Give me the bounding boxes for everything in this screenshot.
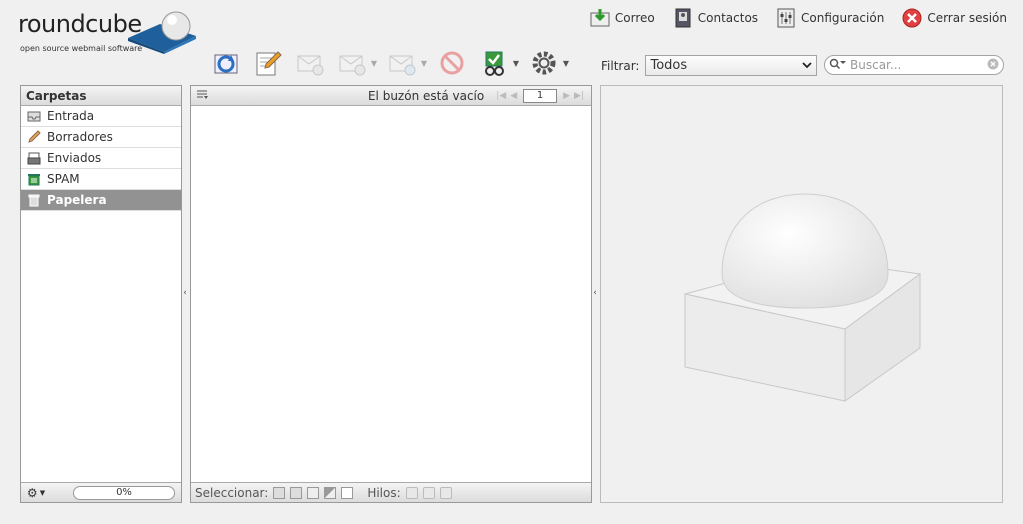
folder-sent[interactable]: Enviados: [21, 148, 181, 169]
select-current-page-icon[interactable]: [290, 486, 303, 499]
mail-toolbar: ▼ ▼ ▼ ▼: [210, 46, 578, 80]
first-page-icon[interactable]: |◀: [496, 91, 506, 101]
pencil-icon: [26, 130, 42, 144]
folder-list-footer: ⚙ ▼ 0%: [21, 482, 181, 502]
reply-button[interactable]: [294, 47, 326, 79]
folder-label: Borradores: [47, 130, 113, 144]
nav-settings[interactable]: Configuración: [776, 8, 884, 28]
select-none-icon[interactable]: [341, 486, 354, 499]
folder-splitter[interactable]: ‹: [182, 288, 188, 298]
nav-contacts[interactable]: Contactos: [673, 8, 758, 28]
filter-label: Filtrar:: [601, 58, 640, 73]
nav-contacts-label: Contactos: [697, 11, 759, 25]
spam-icon: [26, 172, 42, 186]
compose-icon: [256, 51, 282, 76]
search-input[interactable]: Buscar...: [824, 55, 1004, 75]
select-invert-icon[interactable]: [324, 486, 337, 499]
nav-mail[interactable]: Correo: [590, 8, 655, 28]
folder-label: Papelera: [47, 193, 107, 207]
folder-spam[interactable]: SPAM: [21, 169, 181, 190]
inbox-icon: [26, 109, 42, 123]
threads-list-icon[interactable]: [405, 486, 418, 499]
message-list-footer: Seleccionar: Hilos:: [191, 482, 591, 502]
address-book-icon: [673, 8, 693, 28]
list-options-icon[interactable]: [196, 89, 208, 103]
mark-dropdown-icon[interactable]: ▼: [513, 59, 519, 68]
trash-icon: [26, 193, 42, 207]
message-list: [191, 107, 591, 481]
mark-icon: [485, 51, 504, 76]
quota-indicator: 0%: [73, 485, 175, 500]
mail-download-icon: [590, 8, 610, 28]
settings-panel-icon: [776, 8, 796, 28]
reply-all-dropdown-icon[interactable]: ▼: [371, 59, 377, 68]
last-page-icon[interactable]: ▶|: [574, 91, 584, 101]
search-options-icon[interactable]: [829, 58, 847, 73]
message-count-status: El buzón está vacío: [367, 88, 485, 103]
folder-trash[interactable]: Papelera: [21, 190, 181, 211]
refresh-icon: [214, 54, 238, 74]
nav-logout[interactable]: Cerrar sesión: [902, 8, 1007, 28]
reply-icon: [297, 55, 324, 76]
logout-icon: [902, 8, 922, 28]
select-label: Seleccionar:: [195, 485, 269, 500]
filter-select[interactable]: Todos: [645, 55, 818, 76]
forward-icon: [389, 55, 416, 76]
previous-page-icon[interactable]: ◀: [510, 91, 517, 101]
nav-settings-label: Configuración: [801, 11, 885, 25]
threads-collapse-icon[interactable]: [439, 486, 452, 499]
select-all-icon[interactable]: [273, 486, 286, 499]
pager: |◀ ◀ 1 ▶ ▶|: [494, 88, 586, 103]
more-button[interactable]: ▼: [528, 47, 569, 79]
search-reset-icon[interactable]: [987, 58, 999, 73]
chevron-down-icon: [802, 58, 813, 73]
message-preview-panel: [600, 85, 1003, 503]
filter-selected-value: Todos: [650, 58, 688, 73]
folder-inbox[interactable]: Entrada: [21, 106, 181, 127]
top-navigation: Correo Contactos Configuración Cerrar se…: [572, 6, 1007, 30]
message-list-header: El buzón está vacío |◀ ◀ 1 ▶ ▶|: [191, 86, 591, 106]
folder-label: Entrada: [47, 109, 95, 123]
threads-label: Hilos:: [367, 485, 401, 500]
preview-splitter[interactable]: ‹: [592, 288, 598, 298]
compose-button[interactable]: [252, 47, 284, 79]
folder-list-panel: Carpetas Entrada Borradores Enviados SPA…: [20, 85, 182, 503]
reply-all-button[interactable]: ▼: [336, 47, 377, 79]
forward-button[interactable]: ▼: [386, 47, 427, 79]
filter-box: Filtrar: Todos: [601, 55, 818, 76]
folder-actions-button[interactable]: ⚙ ▼: [21, 486, 51, 500]
nav-mail-label: Correo: [614, 11, 655, 25]
more-dropdown-icon[interactable]: ▼: [563, 59, 569, 68]
folder-label: SPAM: [47, 172, 80, 186]
refresh-button[interactable]: [210, 47, 242, 79]
threads-expand-icon[interactable]: [422, 486, 435, 499]
page-number-input[interactable]: 1: [523, 88, 558, 103]
roundcube-cube-icon: [128, 11, 196, 54]
chevron-down-icon: ▼: [39, 488, 46, 497]
search-placeholder: Buscar...: [850, 58, 902, 72]
message-list-panel: El buzón está vacío |◀ ◀ 1 ▶ ▶| Seleccio…: [190, 85, 592, 503]
folder-label: Enviados: [47, 151, 102, 165]
delete-icon: [440, 51, 464, 75]
roundcube-watermark-icon: [684, 193, 922, 402]
delete-button[interactable]: [436, 47, 468, 79]
sent-icon: [26, 151, 42, 165]
roundcube-logo: roundcube open source webmail software: [18, 8, 203, 58]
next-page-icon[interactable]: ▶: [563, 91, 570, 101]
nav-logout-label: Cerrar sesión: [927, 11, 1007, 25]
select-unread-icon[interactable]: [307, 486, 320, 499]
gear-icon: ⚙: [26, 485, 38, 500]
folder-drafts[interactable]: Borradores: [21, 127, 181, 148]
reply-all-icon: [339, 55, 366, 76]
folder-list-header: Carpetas: [21, 86, 181, 106]
mark-button[interactable]: ▼: [478, 47, 519, 79]
more-icon: [532, 51, 556, 75]
forward-dropdown-icon[interactable]: ▼: [421, 59, 427, 68]
